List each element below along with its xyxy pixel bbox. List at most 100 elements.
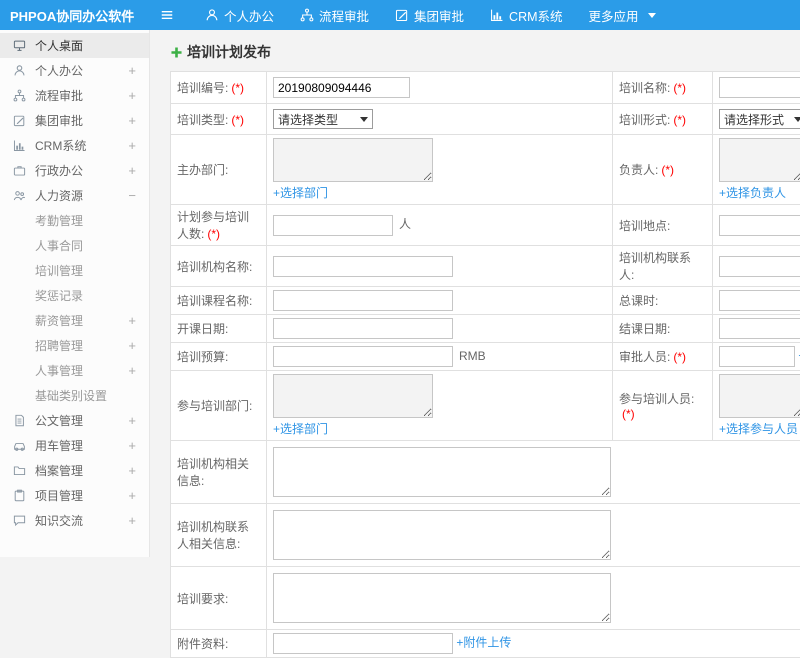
total-hours-input[interactable] [719,290,800,311]
sidebar-item-label: 档案管理 [35,462,83,479]
attachment-input[interactable] [273,633,453,654]
field-cell: +选择部门 [267,371,613,441]
org-info-textarea[interactable] [273,447,611,497]
field-cell [713,205,800,246]
label-cell: 附件资料: [171,630,267,658]
label-cell: 培训预算: [171,343,267,371]
sidebar-item-group-approval[interactable]: 集团审批 + [0,108,149,133]
sidebar-item-attendance[interactable]: 考勤管理 [0,208,149,233]
field-cell: +附件上传 [267,630,800,658]
sidebar-item-hr-contract[interactable]: 人事合同 [0,233,149,258]
sidebar-item-personal-office[interactable]: 个人办公 + [0,58,149,83]
sidebar-item-label: 用车管理 [35,437,83,454]
chart-icon [13,139,26,152]
sidebar-item-basic-category[interactable]: 基础类别设置 [0,383,149,408]
join-department-textarea[interactable] [273,374,433,418]
sidebar-item-label: 个人桌面 [35,37,83,54]
flow-icon [300,8,314,22]
field-label: 开课日期: [177,322,228,336]
field-cell: +选择参与人员 [713,371,800,441]
expand-icon: + [128,488,136,503]
main-content: 培训计划发布 培训编号:(*) 培训名称:(*) 培训类型:(*) [150,30,800,557]
field-label: 参与培训人员: [619,392,694,406]
host-department-textarea[interactable] [273,138,433,182]
currency-label: RMB [459,349,486,363]
nav-group-approval[interactable]: 集团审批 [382,0,477,30]
org-contact-info-textarea[interactable] [273,510,611,560]
nav-personal-office[interactable]: 个人办公 [192,0,287,30]
field-cell [267,567,800,630]
training-mode-select[interactable]: 请选择形式 [719,109,800,129]
sidebar-item-salary[interactable]: 薪资管理 + [0,308,149,333]
planned-count-input[interactable] [273,215,393,236]
sidebar-item-document[interactable]: 公文管理 + [0,408,149,433]
nav-workflow-approval[interactable]: 流程审批 [287,0,382,30]
nav-label: CRM系统 [509,6,562,25]
org-name-input[interactable] [273,256,453,277]
end-date-input[interactable] [719,318,800,339]
expand-icon: + [128,113,136,128]
sidebar-item-recruitment[interactable]: 招聘管理 + [0,333,149,358]
field-cell: +选择审批人员 [713,343,800,371]
sidebar-item-hr[interactable]: 人力资源 − [0,183,149,208]
required-mark: (*) [673,113,686,127]
start-date-input[interactable] [273,318,453,339]
expand-icon: + [128,88,136,103]
field-cell [713,287,800,315]
sidebar-item-reward-punishment[interactable]: 奖惩记录 [0,283,149,308]
sidebar-item-label: 知识交流 [35,512,83,529]
approver-input[interactable] [719,346,795,367]
join-people-textarea[interactable] [719,374,800,418]
sidebar-item-personnel[interactable]: 人事管理 + [0,358,149,383]
label-cell: 培训地点: [613,205,713,246]
sidebar-item-desktop[interactable]: 个人桌面 [0,33,149,58]
menu-toggle-icon[interactable] [150,8,184,22]
sidebar-item-vehicle[interactable]: 用车管理 + [0,433,149,458]
sidebar-item-label: 人事管理 [35,362,83,379]
select-department-link[interactable]: +选择部门 [273,184,328,201]
field-label: 培训预算: [177,350,228,364]
label-cell: 负责人:(*) [613,135,713,205]
form-row: 培训类型:(*) 请选择类型 培训形式:(*) 请选择形式 [171,104,800,135]
select-leader-link[interactable]: +选择负责人 [719,184,786,201]
location-input[interactable] [719,215,800,236]
sidebar-item-workflow-approval[interactable]: 流程审批 + [0,83,149,108]
app-logo[interactable]: PHPOA协同办公软件 [0,6,150,25]
field-label: 培训名称: [619,81,670,95]
plus-icon [170,46,183,59]
sidebar-item-admin-office[interactable]: 行政办公 + [0,158,149,183]
org-contact-input[interactable] [719,256,800,277]
sidebar-item-label: 项目管理 [35,487,83,504]
training-number-input[interactable] [273,77,410,98]
field-label: 培训课程名称: [177,294,252,308]
leader-textarea[interactable] [719,138,800,182]
nav-more-apps[interactable]: 更多应用 [576,0,669,30]
unit-label: 人 [399,217,411,231]
training-name-input[interactable] [719,77,800,98]
training-type-select[interactable]: 请选择类型 [273,109,373,129]
label-cell: 参与培训部门: [171,371,267,441]
clipboard-icon [13,489,26,502]
upload-attachment-link[interactable]: +附件上传 [456,636,511,650]
nav-crm[interactable]: CRM系统 [477,0,575,30]
desktop-icon [13,39,26,52]
expand-icon: + [128,413,136,428]
sidebar-item-project[interactable]: 项目管理 + [0,483,149,508]
budget-input[interactable] [273,346,453,367]
form-row: 培训机构联系人相关信息: [171,504,800,567]
sidebar-item-crm[interactable]: CRM系统 + [0,133,149,158]
course-name-input[interactable] [273,290,453,311]
field-cell [713,315,800,343]
sidebar-item-training[interactable]: 培训管理 [0,258,149,283]
field-cell [267,315,613,343]
form-row: 主办部门: +选择部门 负责人:(*) +选择负责人 [171,135,800,205]
form-row: 计划参与培训人数:(*) 人 培训地点: [171,205,800,246]
requirements-textarea[interactable] [273,573,611,623]
form-row: 开课日期: 结课日期: [171,315,800,343]
expand-icon: + [128,313,136,328]
sidebar-item-archive[interactable]: 档案管理 + [0,458,149,483]
select-join-people-link[interactable]: +选择参与人员 [719,420,798,437]
label-cell: 培训要求: [171,567,267,630]
sidebar-item-knowledge[interactable]: 知识交流 + [0,508,149,533]
select-join-department-link[interactable]: +选择部门 [273,420,328,437]
